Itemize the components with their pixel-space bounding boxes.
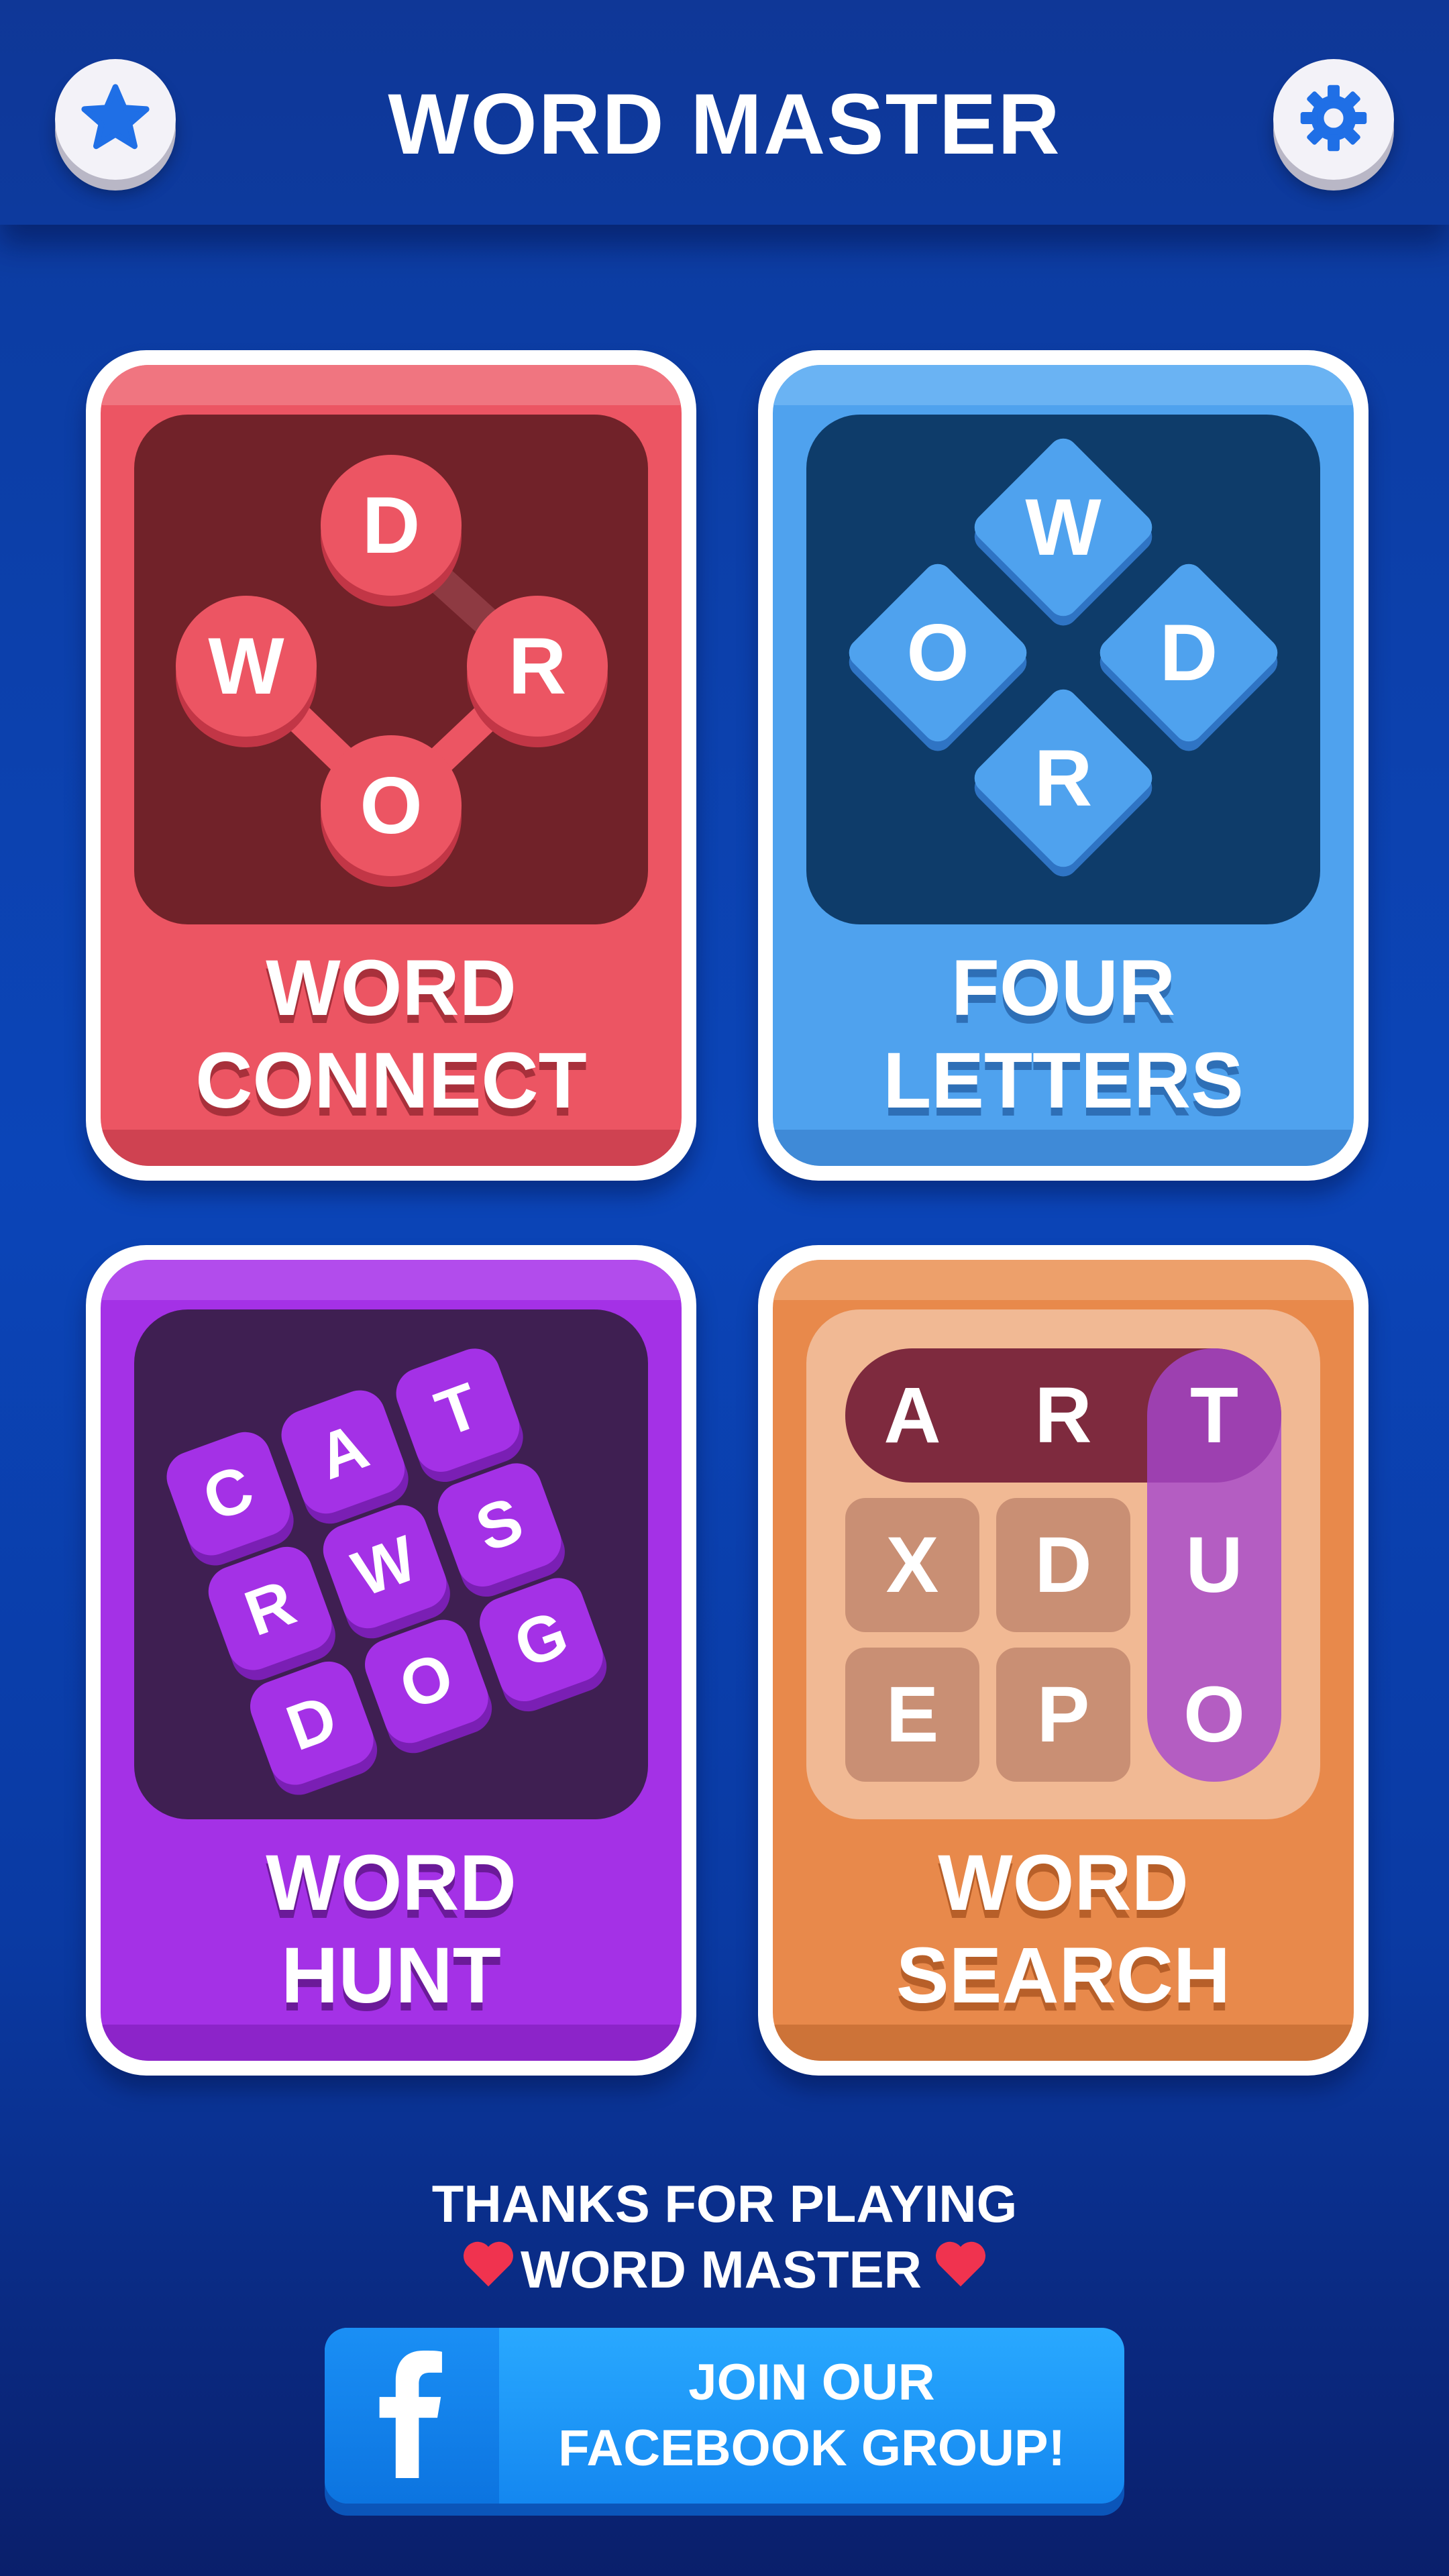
grid-cell: U <box>1185 1521 1243 1609</box>
grid-cell: O <box>1183 1670 1245 1759</box>
card-title: WORD CONNECT <box>195 944 587 1125</box>
card-title: FOUR LETTERS <box>883 944 1244 1125</box>
word-search-card[interactable]: A R T X D U E P O WORD SEARCH <box>758 1245 1368 2076</box>
four-letters-panel: W O D R <box>806 415 1320 924</box>
grid-cell: X <box>845 1498 979 1632</box>
heart-icon <box>934 2239 987 2300</box>
letter-tile: G <box>472 1570 610 1709</box>
letter-tile: D <box>243 1654 381 1792</box>
letter-tile: O <box>321 735 462 876</box>
letter-tile: R <box>201 1540 339 1678</box>
card-title: WORD HUNT <box>266 1839 517 2020</box>
join-facebook-button[interactable]: JOIN OUR FACEBOOK GROUP! <box>325 2328 1124 2504</box>
letter-tile: R <box>467 596 608 737</box>
grid-cell: T <box>1189 1371 1239 1460</box>
grid-cell: D <box>996 1498 1130 1632</box>
letter-tile: W <box>1025 482 1102 572</box>
letter-tile: T <box>388 1341 527 1479</box>
grid-cell: A <box>883 1371 941 1460</box>
facebook-icon <box>375 2350 449 2481</box>
grid-cell: E <box>845 1648 979 1782</box>
thanks-app-name: WORD MASTER <box>0 2239 1449 2300</box>
favorites-button[interactable] <box>55 59 176 180</box>
word-connect-card[interactable]: D W R O WORD CONNECT <box>86 350 696 1181</box>
word-connect-panel: D W R O <box>134 415 648 924</box>
heart-icon <box>462 2239 515 2300</box>
word-hunt-card[interactable]: C A T R W S D O G WORD HUNT <box>86 1245 696 2076</box>
card-title: WORD SEARCH <box>896 1839 1231 2020</box>
thanks-text: THANKS FOR PLAYING <box>431 2174 1018 2233</box>
letter-tile: O <box>358 1612 496 1750</box>
grid-cell: P <box>996 1648 1130 1782</box>
facebook-button-label: JOIN OUR FACEBOOK GROUP! <box>558 2354 1065 2477</box>
letter-tile: W <box>176 596 317 737</box>
word-search-panel: A R T X D U E P O <box>806 1309 1320 1819</box>
letter-tile: D <box>1159 608 1218 698</box>
letter-tile: C <box>159 1425 297 1563</box>
star-icon <box>78 81 152 158</box>
letter-tile: R <box>1034 733 1093 823</box>
grid-cell: R <box>1034 1371 1092 1460</box>
word-hunt-panel: C A T R W S D O G <box>134 1309 648 1819</box>
letter-tile: W <box>316 1497 454 1635</box>
app-title: WORD MASTER <box>388 76 1061 172</box>
letter-tile: O <box>906 608 969 698</box>
letter-tile: S <box>431 1456 569 1594</box>
letter-tile: D <box>321 455 462 596</box>
letter-tile: A <box>274 1383 412 1521</box>
gear-icon <box>1296 80 1371 159</box>
settings-button[interactable] <box>1273 59 1394 180</box>
four-letters-card[interactable]: W O D R FOUR LETTERS <box>758 350 1368 1181</box>
